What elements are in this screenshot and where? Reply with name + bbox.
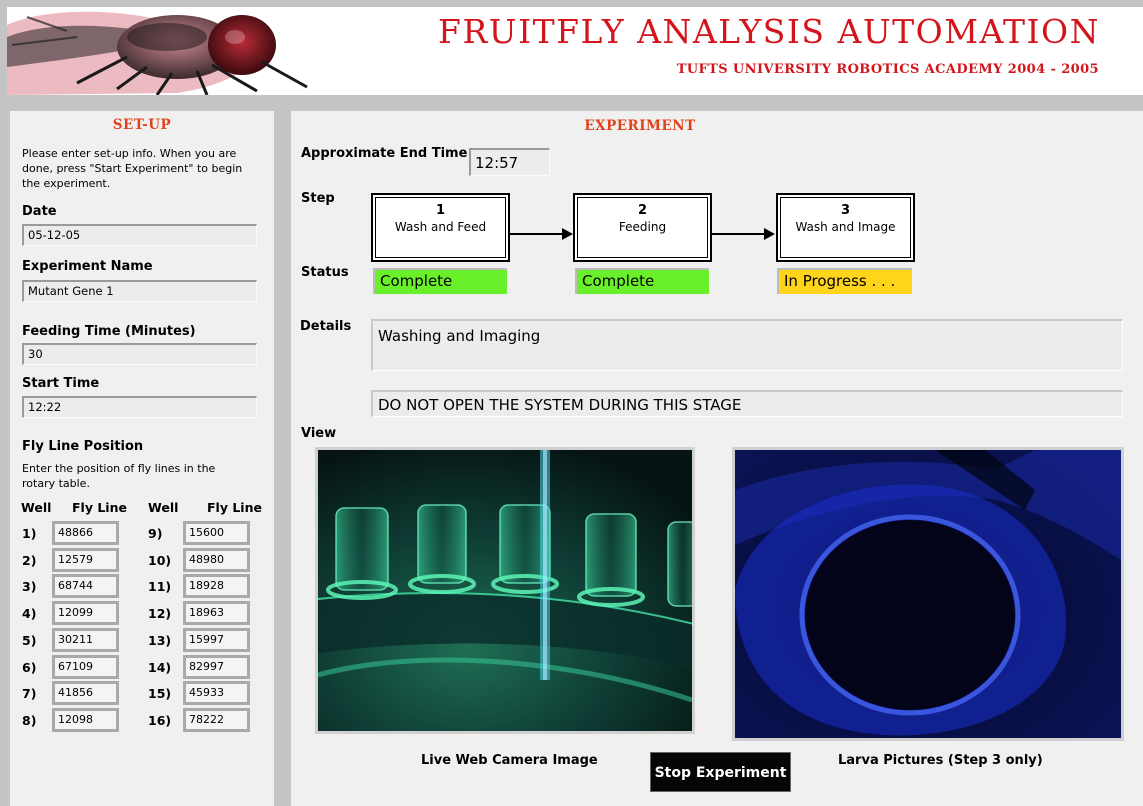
feeding-time-label: Feeding Time (Minutes) [22,324,196,339]
step-1-box: 1 Wash and Feed [371,193,510,262]
app-subtitle: TUFTS UNIVERSITY ROBOTICS ACADEMY 2004 -… [676,62,1099,77]
well-number: 4) [22,606,37,621]
fly-line-column-header-2: Fly Line [207,500,262,515]
fly-line-field[interactable]: 41856 [52,681,119,705]
details-label: Details [300,319,352,334]
well-number: 10) [148,553,172,568]
step-2-box: 2 Feeding [573,193,712,262]
well-number: 13) [148,633,172,648]
larva-picture-image [735,450,1121,738]
fly-line-instructions: Enter the position of fly lines in the r… [22,462,216,490]
fly-line-field[interactable]: 78222 [183,708,250,732]
feeding-time-field[interactable]: 30 [22,343,257,365]
fly-line-field[interactable]: 15997 [183,628,250,652]
step-2-name: Feeding [618,220,667,234]
banner-divider [0,95,1143,108]
well-number: 1) [22,526,37,541]
fly-line-field[interactable]: 12099 [52,601,119,625]
fly-line-field[interactable]: 48866 [52,521,119,545]
step-3-name: Wash and Image [795,220,896,234]
stop-experiment-button[interactable]: Stop Experiment [650,752,791,792]
step-label: Step [301,191,335,206]
step-2-status: Complete [575,268,709,294]
app-title: FRUITFLY ANALYSIS AUTOMATION [438,12,1100,51]
well-number: 5) [22,633,37,648]
status-label: Status [301,265,349,280]
view-label: View [301,426,337,441]
experiment-name-field[interactable]: Mutant Gene 1 [22,280,257,302]
well-column-header: Well [21,500,52,515]
well-number: 12) [148,606,172,621]
start-time-field[interactable]: 12:22 [22,396,257,418]
step-1-name: Wash and Feed [394,220,487,234]
camera-caption: Live Web Camera Image [421,753,598,768]
fly-line-field[interactable]: 18963 [183,601,250,625]
fly-line-field[interactable]: 30211 [52,628,119,652]
details-field: Washing and Imaging [371,319,1123,371]
step-1-status: Complete [373,268,507,294]
step-3-box: 3 Wash and Image [776,193,915,262]
end-time-label: Approximate End Time [301,146,468,161]
well-number: 2) [22,553,37,568]
step-3-status: In Progress . . . [777,268,912,294]
well-number: 7) [22,686,37,701]
fly-logo-icon [7,11,308,95]
top-frame [0,0,1143,7]
fly-line-field[interactable]: 12579 [52,548,119,572]
fly-line-field[interactable]: 82997 [183,655,250,679]
step-1-number: 1 [435,203,446,218]
live-camera-image [318,450,692,731]
fly-line-column-header: Fly Line [72,500,127,515]
arrow-right-icon [510,228,573,240]
fly-line-field[interactable]: 45933 [183,681,250,705]
step-2-number: 2 [637,203,648,218]
larva-caption: Larva Pictures (Step 3 only) [838,753,1043,768]
date-label: Date [22,204,57,219]
well-number: 16) [148,713,172,728]
date-field[interactable]: 05-12-05 [22,224,257,246]
start-time-label: Start Time [22,376,100,391]
fly-line-field[interactable]: 12098 [52,708,119,732]
well-number: 8) [22,713,37,728]
arrow-right-icon [712,228,775,240]
well-number: 9) [148,526,163,541]
step-3-number: 3 [840,203,851,218]
well-number: 6) [22,660,37,675]
well-number: 14) [148,660,172,675]
well-number: 11) [148,579,172,594]
fly-line-field[interactable]: 68744 [52,574,119,598]
well-column-header-2: Well [148,500,179,515]
fly-line-field[interactable]: 48980 [183,548,250,572]
fly-line-field[interactable]: 15600 [183,521,250,545]
camera-view-frame [315,447,695,734]
end-time-field: 12:57 [469,148,550,176]
fly-line-field[interactable]: 67109 [52,655,119,679]
warning-field: DO NOT OPEN THE SYSTEM DURING THIS STAGE [371,390,1123,417]
experiment-heading: EXPERIMENT [584,118,696,134]
setup-instructions: Please enter set-up info. When you are d… [22,147,243,190]
well-number: 15) [148,686,172,701]
fly-line-field[interactable]: 18928 [183,574,250,598]
setup-heading: SET-UP [112,117,172,133]
larva-view-frame [732,447,1124,741]
fly-line-position-label: Fly Line Position [22,439,144,454]
experiment-name-label: Experiment Name [22,259,153,274]
well-number: 3) [22,579,37,594]
